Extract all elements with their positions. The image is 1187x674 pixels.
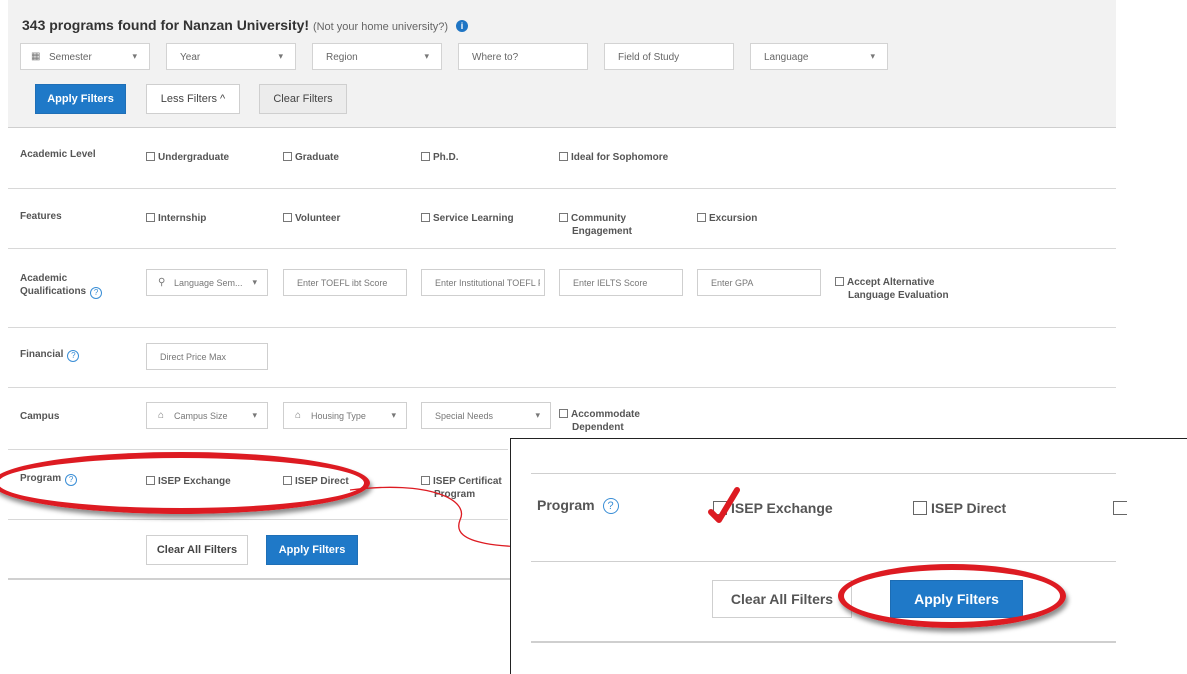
zoom-divider — [531, 561, 1116, 562]
zoom-program-label: Program? — [537, 497, 619, 514]
zoom-next-checkbox-partial[interactable] — [1113, 500, 1131, 516]
checkbox-box — [913, 501, 927, 515]
zoom-divider — [531, 641, 1116, 643]
red-checkmark-icon — [708, 487, 740, 523]
zoom-clear-all-filters-button[interactable]: Clear All Filters — [712, 580, 852, 618]
help-icon[interactable]: ? — [602, 498, 619, 514]
zoom-divider — [531, 473, 1116, 474]
zoom-isep-direct-checkbox[interactable]: ISEP Direct — [913, 500, 1006, 516]
highlight-oval-annotation — [838, 564, 1066, 628]
zoom-callout: Program? ISEP Exchange ISEP Direct Clear… — [510, 438, 1187, 674]
zoom-isep-exchange-label: ISEP Exchange — [731, 500, 833, 516]
zoom-isep-direct-label: ISEP Direct — [931, 500, 1007, 516]
zoom-program-text: Program — [537, 497, 595, 513]
checkbox-box — [1113, 501, 1127, 515]
